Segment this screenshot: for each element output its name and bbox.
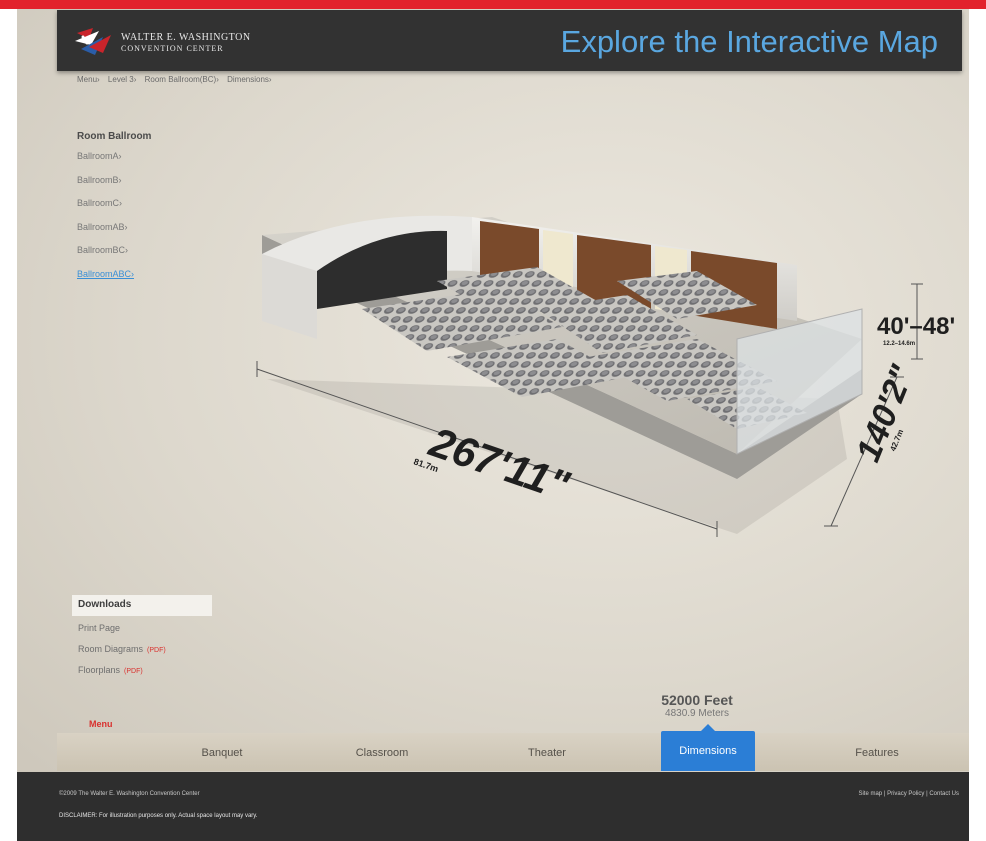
room-diagrams-link[interactable]: Room Diagrams (PDF) bbox=[72, 637, 212, 658]
footer-separator: | bbox=[926, 791, 928, 797]
floorplans-label: Floorplans bbox=[78, 665, 121, 675]
area-stat: 52000 Feet 4830.9 Meters bbox=[637, 692, 757, 719]
footer-separator: | bbox=[883, 791, 886, 797]
height-label: 40'–48' bbox=[877, 313, 955, 340]
menu-label: Menu bbox=[89, 719, 113, 729]
floorplans-link[interactable]: Floorplans (PDF) bbox=[72, 658, 212, 679]
site-map-link[interactable]: Site map bbox=[858, 791, 882, 797]
main-stage: WALTER E. WASHINGTON CONVENTION CENTER E… bbox=[17, 9, 969, 780]
print-page-link[interactable]: Print Page bbox=[72, 616, 212, 637]
top-red-bar bbox=[0, 0, 986, 9]
downloads-heading: Downloads bbox=[72, 595, 212, 616]
privacy-policy-link[interactable]: Privacy Policy bbox=[887, 791, 924, 797]
height-metric-label: 12.2–14.6m bbox=[883, 341, 915, 347]
tab-dimensions[interactable]: Dimensions bbox=[661, 724, 755, 771]
area-meters: 4830.9 Meters bbox=[665, 708, 729, 719]
pdf-tag: (PDF) bbox=[124, 668, 143, 675]
downloads-panel: Downloads Print Page Room Diagrams (PDF) … bbox=[72, 595, 212, 679]
copyright-text: ©2009 The Walter E. Washington Conventio… bbox=[59, 791, 200, 797]
ballroom-3d-illustration: 267'11" 81.7m 140'2" 42.7m 40'–48' 12.2–… bbox=[256, 215, 955, 537]
room-diagrams-label: Room Diagrams bbox=[78, 644, 144, 654]
contact-us-link[interactable]: Contact Us bbox=[929, 791, 959, 797]
tab-classroom[interactable]: Classroom bbox=[332, 733, 432, 771]
footer-links: Site map | Privacy Policy | Contact Us bbox=[858, 791, 959, 797]
layout-tab-bar: Banquet Classroom Theater Dimensions Fea… bbox=[57, 724, 969, 771]
tab-features[interactable]: Features bbox=[832, 733, 922, 771]
site-footer: ©2009 The Walter E. Washington Conventio… bbox=[17, 772, 969, 841]
tab-banquet[interactable]: Banquet bbox=[177, 733, 267, 771]
disclaimer-text: DISCLAIMER: For illustration purposes on… bbox=[59, 813, 258, 819]
area-feet: 52000 Feet bbox=[661, 692, 733, 708]
pdf-tag: (PDF) bbox=[147, 647, 166, 654]
tab-theater[interactable]: Theater bbox=[502, 733, 592, 771]
